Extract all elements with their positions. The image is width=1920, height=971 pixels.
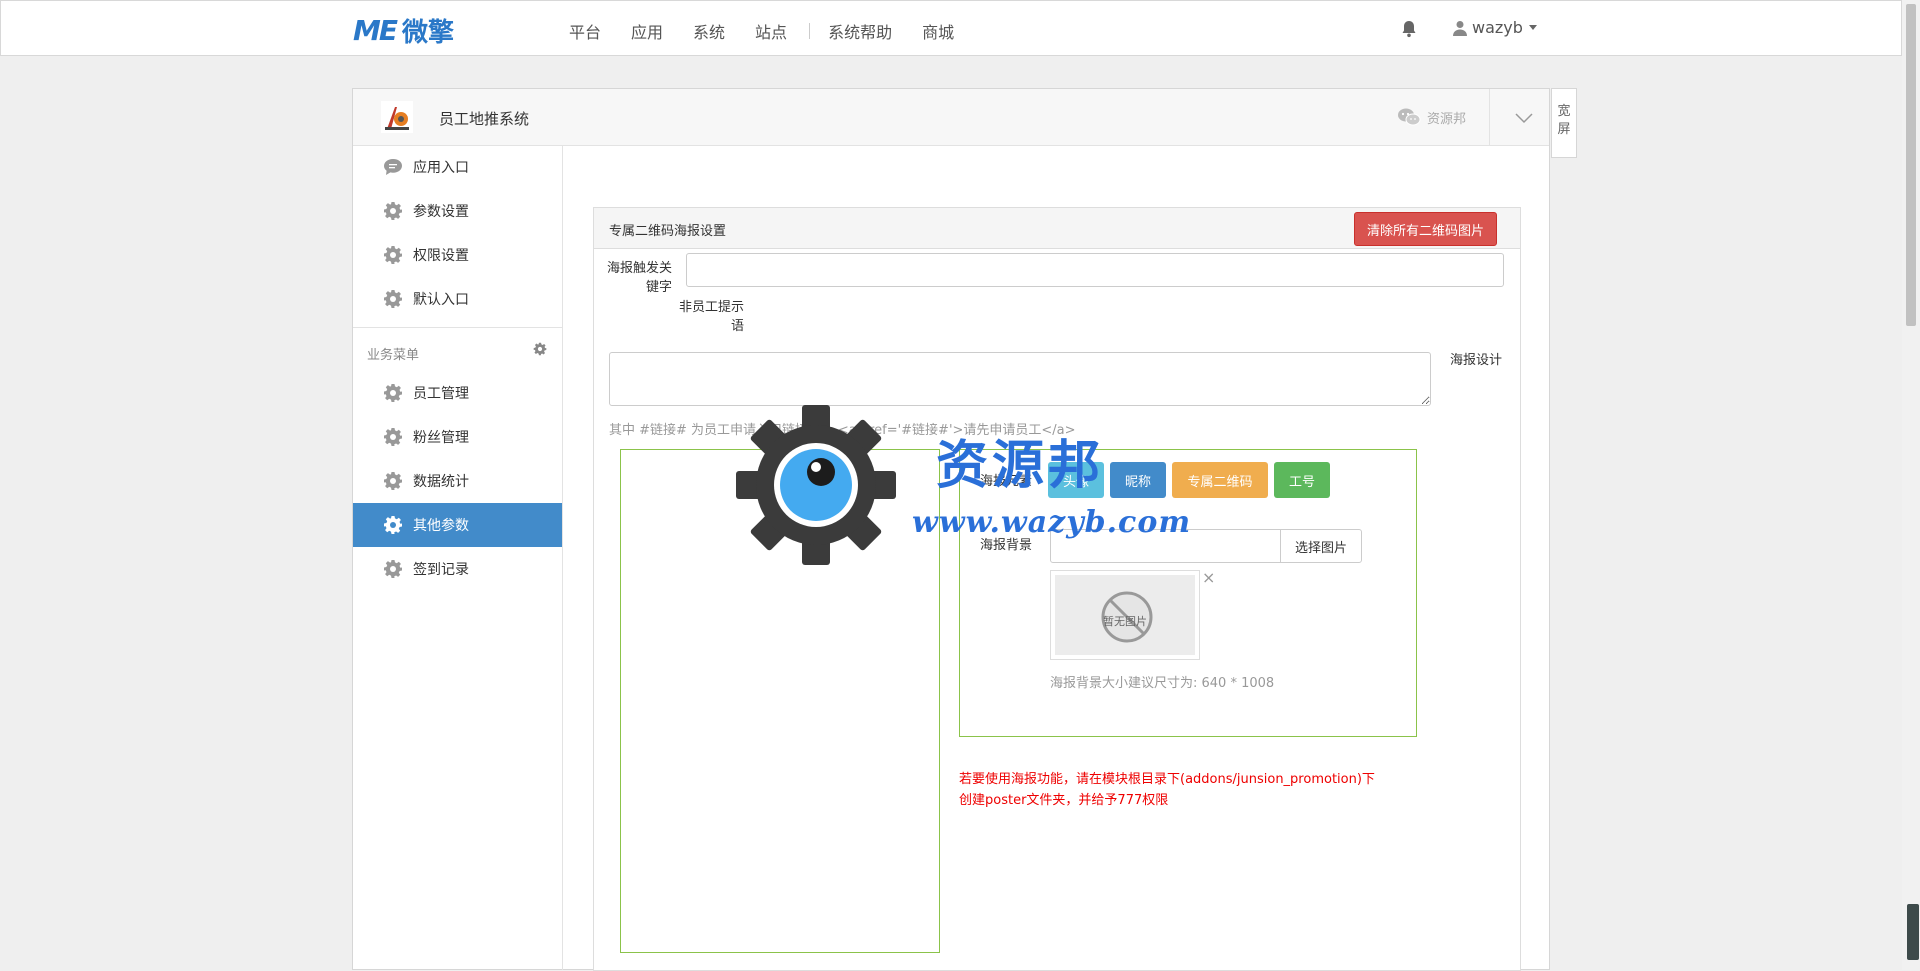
sidebar-item-fans[interactable]: 粉丝管理 (353, 415, 562, 459)
gear-icon (383, 245, 403, 265)
sidebar-item-default-entry[interactable]: 默认入口 (353, 277, 562, 321)
floating-widget[interactable] (1907, 904, 1919, 960)
header-divider (1489, 89, 1490, 145)
username: wazyb (1472, 18, 1523, 37)
background-path-input[interactable] (1050, 529, 1282, 563)
background-size-hint: 海报背景大小建议尺寸为: 640 * 1008 (1050, 676, 1275, 691)
wechat-icon (1398, 108, 1421, 126)
gear-icon (383, 289, 403, 309)
user-icon (1453, 20, 1467, 36)
top-navbar: ME 微擎 平台 应用 系统 站点 系统帮助 商城 wazyb (0, 0, 1902, 56)
add-employee-id-button[interactable]: 工号 (1274, 462, 1330, 498)
keyword-input[interactable] (686, 253, 1504, 287)
sidebar-item-other-params[interactable]: 其他参数 (353, 503, 562, 547)
non-employee-textarea[interactable] (609, 352, 1431, 406)
sidebar-item-label: 员工管理 (413, 386, 469, 402)
nav-item-site[interactable]: 站点 (755, 19, 787, 43)
sidebar-item-label: 数据统计 (413, 474, 469, 490)
link-hint: 其中 #链接# 为员工申请入口链接, 如: <a href='#链接#'>请先申… (609, 423, 1076, 438)
keyword-label: 海报触发关键字 (606, 261, 672, 295)
sidebar-item-label: 默认入口 (413, 292, 469, 308)
nav-item-platform[interactable]: 平台 (569, 19, 601, 43)
nav-item-apps[interactable]: 应用 (631, 19, 663, 43)
gear-icon (383, 427, 403, 447)
app-title: 员工地推系统 (439, 110, 530, 128)
thumbnail-placeholder: 暂无图片 (1055, 575, 1195, 655)
nav-item-store[interactable]: 商城 (922, 19, 954, 43)
sidebar-item-label: 其他参数 (413, 518, 469, 534)
wechat-account-name: 资源邦 (1427, 111, 1467, 127)
sidebar-item-checkin-log[interactable]: 签到记录 (353, 547, 562, 591)
poster-warning: 若要使用海报功能，请在模块根目录下(addons/junsion_promoti… (959, 769, 1419, 811)
page-scrollbar[interactable] (1902, 0, 1920, 970)
poster-background-label: 海报背景 (980, 538, 1033, 553)
chevron-down-icon (1528, 25, 1537, 30)
gear-icon[interactable] (533, 342, 547, 356)
card-header: 专属二维码海报设置 清除所有二维码图片 (594, 208, 1520, 249)
poster-settings-card: 专属二维码海报设置 清除所有二维码图片 海报触发关键字 非员工提示语 海报设计 … (593, 207, 1521, 971)
sidebar-item-params[interactable]: 参数设置 (353, 189, 562, 233)
logo-mark: ME (353, 13, 398, 47)
nav-item-system[interactable]: 系统 (693, 19, 725, 43)
chat-bubble-icon (383, 157, 403, 177)
sidebar-section-business: 业务菜单 (353, 327, 562, 372)
sidebar-item-permissions[interactable]: 权限设置 (353, 233, 562, 277)
app-panel: 员工地推系统 资源邦 应用入口 参数设置 权限设置 默认入口 业务菜单 员工管理… (352, 88, 1550, 971)
sidebar-item-label: 签到记录 (413, 562, 469, 578)
poster-elements-label: 海报元素 (980, 474, 1033, 489)
card-title: 专属二维码海报设置 (609, 224, 727, 239)
background-thumbnail: 暂无图片 (1050, 570, 1200, 660)
poster-warning-line-1: 若要使用海报功能，请在模块根目录下(addons/junsion_promoti… (959, 772, 1375, 787)
sidebar-item-label: 权限设置 (413, 248, 469, 264)
sidebar-item-app-entry[interactable]: 应用入口 (353, 145, 562, 189)
non-employee-label: 非员工提示语 (678, 300, 744, 334)
page-scrollbar-thumb[interactable] (1906, 4, 1916, 326)
user-menu[interactable]: wazyb (1453, 18, 1537, 37)
main-nav: 平台 应用 系统 站点 系统帮助 商城 (569, 19, 984, 43)
add-qrcode-button[interactable]: 专属二维码 (1172, 462, 1268, 498)
app-logo-icon (381, 101, 413, 133)
sidebar-item-statistics[interactable]: 数据统计 (353, 459, 562, 503)
bell-icon[interactable] (1399, 19, 1419, 39)
add-nickname-button[interactable]: 昵称 (1110, 462, 1166, 498)
logo[interactable]: ME 微擎 (353, 13, 455, 48)
sidebar-section-label: 业务菜单 (367, 348, 420, 363)
gear-icon (383, 383, 403, 403)
select-image-button[interactable]: 选择图片 (1280, 529, 1362, 563)
poster-design-label: 海报设计 (1450, 353, 1503, 368)
sidebar-item-label: 参数设置 (413, 204, 469, 220)
nav-item-help[interactable]: 系统帮助 (828, 19, 892, 43)
sidebar-item-label: 粉丝管理 (413, 430, 469, 446)
nav-divider (809, 23, 811, 39)
no-image-text: 暂无图片 (1103, 615, 1147, 628)
remove-image-icon[interactable]: × (1202, 568, 1215, 587)
sidebar-item-label: 应用入口 (413, 160, 469, 176)
chevron-down-icon[interactable] (1513, 107, 1535, 129)
app-header: 员工地推系统 资源邦 (353, 89, 1549, 146)
sidebar-item-employees[interactable]: 员工管理 (353, 371, 562, 415)
poster-warning-line-2: 创建poster文件夹，并给予777权限 (959, 793, 1169, 808)
poster-editor-panel: 海报元素 头像 昵称 专属二维码 工号 海报背景 选择图片 暂无图片 × 海报背… (959, 449, 1417, 737)
gear-icon (383, 201, 403, 221)
logo-text: 微擎 (402, 17, 455, 48)
gear-icon (383, 559, 403, 579)
clear-qrcodes-button[interactable]: 清除所有二维码图片 (1354, 212, 1498, 246)
add-avatar-button[interactable]: 头像 (1048, 462, 1104, 498)
gear-icon (383, 471, 403, 491)
sidebar: 应用入口 参数设置 权限设置 默认入口 业务菜单 员工管理 粉丝管理 数据统计 … (353, 145, 563, 970)
gear-icon (383, 515, 403, 535)
poster-preview-canvas[interactable] (620, 449, 940, 953)
wechat-account[interactable]: 资源邦 (1397, 107, 1466, 127)
wide-screen-toggle[interactable]: 宽屏 (1551, 88, 1577, 158)
